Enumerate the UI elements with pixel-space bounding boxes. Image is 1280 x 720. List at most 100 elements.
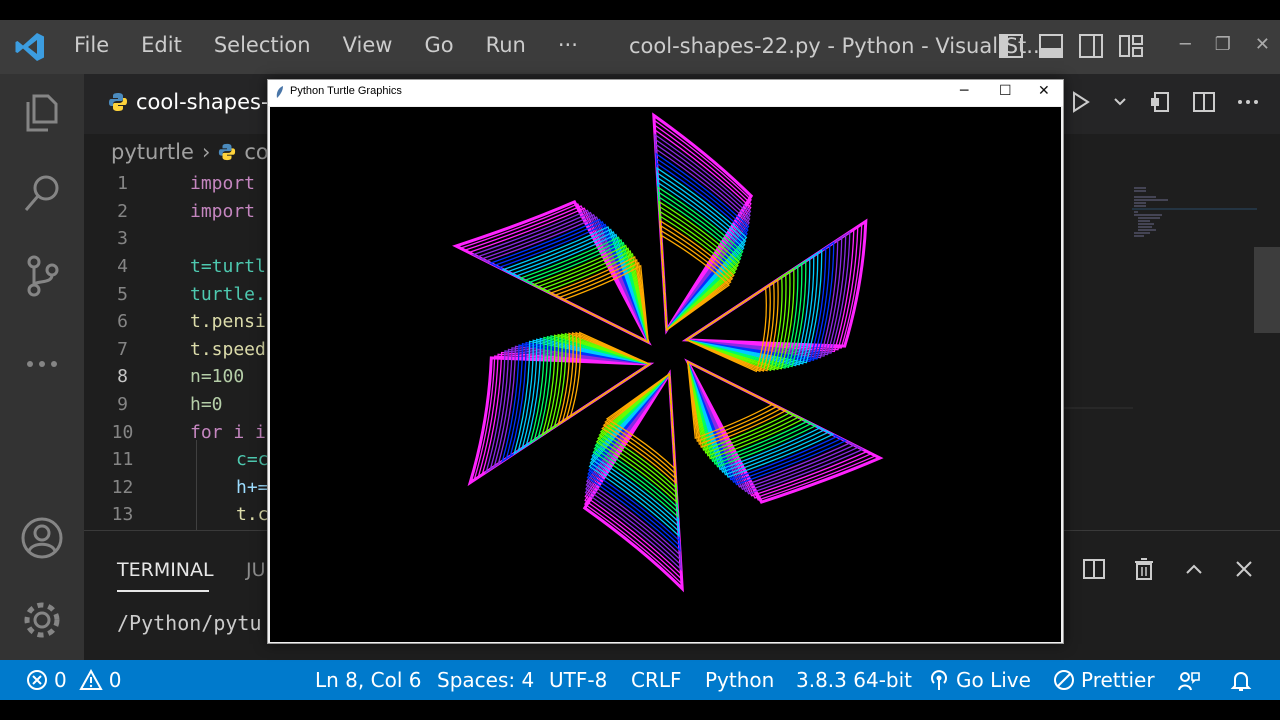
- vscode-window: File Edit Selection View Go Run ··· cool…: [0, 20, 1280, 700]
- pinwheel-center: [651, 335, 685, 369]
- prettier-button[interactable]: Prettier: [1053, 668, 1155, 692]
- maximize-icon[interactable]: ☐: [999, 83, 1012, 99]
- feedback-icon[interactable]: [1177, 669, 1201, 693]
- restore-icon[interactable]: ❐: [1215, 34, 1231, 55]
- turtle-graphics-window[interactable]: Python Turtle Graphics ─ ☐ ✕: [267, 79, 1064, 644]
- line-number: 9: [117, 394, 128, 416]
- toggle-panel-icon[interactable]: [1038, 32, 1064, 60]
- code-text: turtle.: [190, 283, 266, 305]
- open-preview-icon[interactable]: [1148, 90, 1172, 114]
- terminal-output[interactable]: /Python/pytu: [117, 611, 262, 635]
- menu-bar: File Edit Selection View Go Run ···: [74, 33, 610, 57]
- turtle-window-title: Python Turtle Graphics: [290, 85, 402, 97]
- code-text: import: [190, 173, 256, 195]
- python-file-icon: [109, 93, 127, 111]
- toggle-sidebar-icon[interactable]: [998, 32, 1024, 60]
- line-number: 6: [117, 311, 128, 333]
- more-views-icon[interactable]: [20, 342, 64, 386]
- line-number: 8: [117, 366, 128, 388]
- prettier-label: Prettier: [1081, 668, 1155, 692]
- problems-indicator[interactable]: 0 0: [26, 668, 121, 692]
- code-text: c=c: [236, 449, 269, 471]
- menu-more[interactable]: ···: [558, 33, 578, 57]
- minimize-icon[interactable]: ─: [1180, 34, 1191, 55]
- code-text: h=0: [190, 394, 223, 416]
- layout-controls: [998, 32, 1144, 60]
- indentation[interactable]: Spaces: 4: [437, 668, 534, 692]
- menu-view[interactable]: View: [343, 33, 393, 57]
- split-editor-icon[interactable]: [1192, 90, 1216, 114]
- turtle-window-titlebar[interactable]: Python Turtle Graphics ─ ☐ ✕: [268, 80, 1063, 106]
- code-text: t.pensi: [190, 311, 266, 333]
- run-file-icon[interactable]: [1068, 90, 1092, 114]
- menu-go[interactable]: Go: [424, 33, 453, 57]
- code-text: h+=: [236, 476, 269, 498]
- menu-file[interactable]: File: [74, 33, 109, 57]
- line-number: 10: [111, 421, 134, 443]
- feather-icon: [276, 86, 283, 98]
- code-text: t.c: [236, 504, 269, 526]
- scrollbar-thumb[interactable]: [1254, 247, 1280, 333]
- notifications-bell-icon[interactable]: [1229, 669, 1253, 693]
- menu-selection[interactable]: Selection: [214, 33, 311, 57]
- explorer-icon[interactable]: [20, 90, 64, 134]
- line-number: 1: [117, 173, 128, 195]
- go-live-label: Go Live: [956, 668, 1031, 692]
- broadcast-icon: [931, 670, 947, 690]
- breadcrumb-folder[interactable]: pyturtle: [111, 140, 194, 164]
- menu-run[interactable]: Run: [486, 33, 526, 57]
- search-icon[interactable]: [20, 172, 64, 216]
- customize-layout-icon[interactable]: [1118, 32, 1144, 60]
- pinwheel-drawing: [452, 112, 884, 593]
- source-control-icon[interactable]: [20, 254, 64, 298]
- code-text: t.speed: [190, 338, 266, 360]
- end-of-line[interactable]: CRLF: [631, 668, 682, 692]
- go-live-button[interactable]: Go Live: [928, 668, 1031, 692]
- error-count: 0: [54, 668, 67, 692]
- code-text: n=100: [190, 366, 245, 388]
- close-icon[interactable]: ✕: [1255, 34, 1270, 55]
- warning-count: 0: [108, 668, 122, 692]
- tab-cool-shapes[interactable]: cool-shapes-: [108, 90, 269, 114]
- line-number: 5: [117, 283, 128, 305]
- minimap[interactable]: [1132, 185, 1257, 245]
- turtle-canvas: [270, 107, 1061, 642]
- tab-terminal[interactable]: TERMINAL: [117, 559, 214, 581]
- encoding[interactable]: UTF-8: [549, 668, 607, 692]
- breadcrumb-file[interactable]: co: [244, 140, 268, 164]
- line-number: 3: [117, 228, 128, 250]
- active-tab-indicator: [117, 590, 209, 592]
- minimize-icon[interactable]: ─: [960, 83, 968, 99]
- close-icon[interactable]: ✕: [1038, 83, 1050, 99]
- line-number: 12: [111, 476, 134, 498]
- line-number: 7: [117, 338, 128, 360]
- title-bar: File Edit Selection View Go Run ··· cool…: [0, 20, 1280, 74]
- settings-gear-icon[interactable]: [20, 598, 64, 642]
- python-file-icon: [219, 143, 236, 161]
- line-number: 4: [117, 256, 128, 278]
- line-number: 11: [111, 449, 134, 471]
- breadcrumb: pyturtle › co: [111, 140, 269, 164]
- menu-edit[interactable]: Edit: [141, 33, 182, 57]
- more-actions-icon[interactable]: [1236, 90, 1260, 114]
- tab-jupyter[interactable]: JU: [246, 559, 266, 581]
- close-panel-icon[interactable]: [1232, 557, 1256, 581]
- prettier-disabled-icon: [1054, 670, 1074, 690]
- accounts-icon[interactable]: [20, 516, 64, 560]
- line-number: 13: [111, 504, 134, 526]
- cursor-position[interactable]: Ln 8, Col 6: [315, 668, 421, 692]
- code-text: for i i: [190, 421, 266, 443]
- window-controls: ─ ❐ ✕: [1180, 34, 1270, 55]
- toggle-secondary-sidebar-icon[interactable]: [1078, 32, 1104, 60]
- current-line-highlight: [1063, 407, 1133, 409]
- chevron-down-icon[interactable]: [1112, 90, 1128, 114]
- indent-guide: [196, 440, 197, 530]
- split-terminal-icon[interactable]: [1082, 557, 1106, 581]
- language-mode[interactable]: Python: [705, 668, 774, 692]
- activity-bar: [0, 74, 84, 660]
- python-interpreter[interactable]: 3.8.3 64-bit: [796, 668, 912, 692]
- trash-icon[interactable]: [1132, 557, 1156, 581]
- editor-actions: [1068, 90, 1260, 114]
- panel-actions: [1032, 557, 1256, 581]
- chevron-up-icon[interactable]: [1182, 557, 1206, 581]
